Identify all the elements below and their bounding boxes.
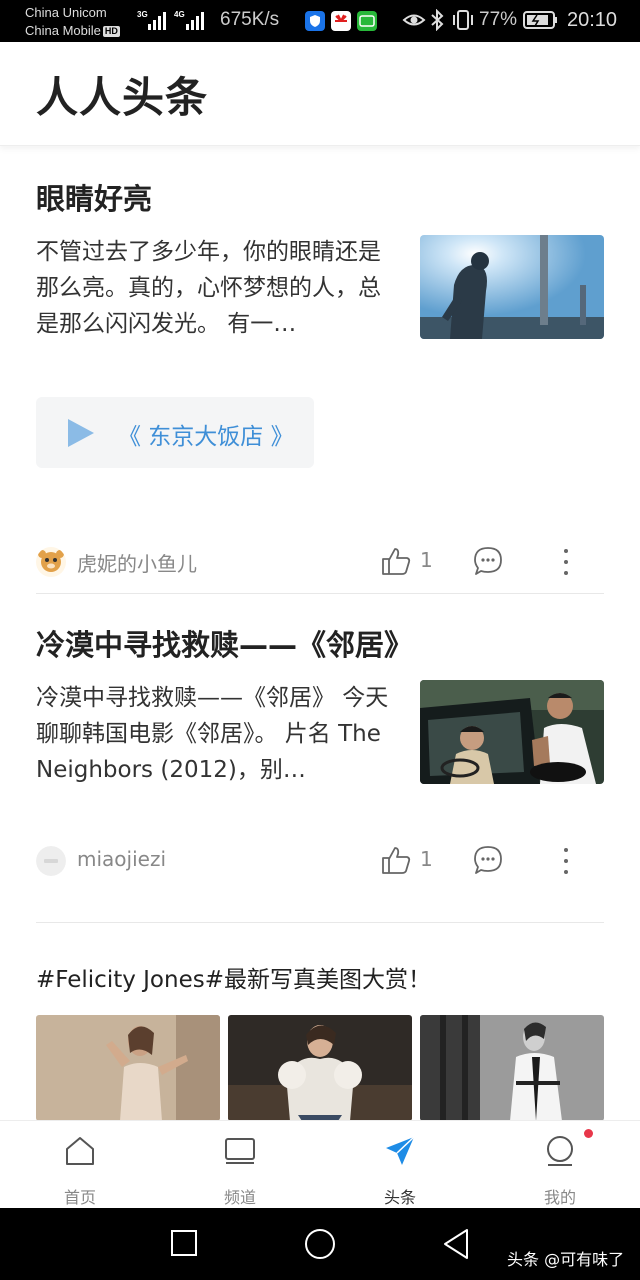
article-card[interactable]: 眼睛好亮 不管过去了多少年，你的眼睛还是那么亮。真的，心怀梦想的人，总是那么闪闪… — [36, 176, 604, 577]
watermark: 头条 @可有味了 — [507, 1250, 625, 1269]
network-speed: 675K/s — [220, 9, 280, 30]
article-thumbnail[interactable] — [420, 235, 604, 339]
tab-channels[interactable]: 频道 — [160, 1121, 320, 1209]
article-meta: 虎妮的小鱼儿 1 — [36, 545, 604, 579]
huawei-app-icon — [331, 11, 351, 31]
hd-badge: HD — [102, 26, 120, 37]
bluetooth-icon — [431, 9, 444, 31]
article-excerpt[interactable]: 不管过去了多少年，你的眼睛还是那么亮。真的，心怀梦想的人，总是那么闪闪发光。 有… — [36, 234, 402, 342]
status-bar: China Unicom China Mobile HD 3G 4G 675K/s… — [0, 0, 640, 42]
notification-dot — [584, 1129, 593, 1138]
divider — [36, 922, 604, 923]
play-icon — [68, 419, 94, 447]
more-vertical-icon[interactable] — [561, 547, 571, 577]
author-name[interactable]: miaojiezi — [77, 847, 166, 871]
video-link-label: 《 东京大饭店 》 — [118, 424, 294, 450]
system-nav-bar: 头条 @可有味了 — [0, 1208, 640, 1280]
signal-icon — [186, 12, 204, 30]
app-header: 人人头条 — [0, 42, 640, 146]
page-title: 人人头条 — [36, 73, 209, 122]
author-name[interactable]: 虎妮的小鱼儿 — [77, 548, 197, 577]
bottom-tab-bar: 首页 频道 头条 我的 — [0, 1120, 640, 1208]
tab-label: 首页 — [63, 1188, 96, 1207]
gallery-image[interactable] — [36, 1015, 220, 1120]
avatar[interactable] — [36, 547, 66, 577]
home-button-icon[interactable] — [304, 1228, 336, 1260]
home-icon — [66, 1137, 94, 1165]
clock: 20:10 — [567, 9, 618, 31]
like-count: 1 — [420, 548, 433, 572]
channel-icon — [225, 1138, 255, 1164]
back-icon[interactable] — [442, 1228, 470, 1260]
more-vertical-icon[interactable] — [561, 846, 571, 876]
carrier-1: China Unicom — [25, 5, 107, 20]
gallery-images[interactable] — [36, 1015, 604, 1120]
gallery-image[interactable] — [420, 1015, 604, 1120]
news-feed[interactable]: 眼睛好亮 不管过去了多少年，你的眼睛还是那么亮。真的，心怀梦想的人，总是那么闪闪… — [0, 146, 640, 1120]
tab-label: 头条 — [383, 1188, 416, 1207]
comment-icon[interactable] — [472, 545, 504, 577]
tab-headlines[interactable]: 头条 — [320, 1121, 480, 1209]
battery-percent: 77% — [479, 9, 518, 30]
signal-icon — [148, 12, 166, 30]
tab-label: 频道 — [223, 1188, 256, 1207]
eye-icon — [402, 14, 426, 26]
profile-icon — [547, 1136, 573, 1166]
tab-profile[interactable]: 我的 — [480, 1121, 640, 1209]
tab-home[interactable]: 首页 — [0, 1121, 160, 1209]
article-excerpt[interactable]: 冷漠中寻找救赎——《邻居》 今天聊聊韩国电影《邻居》。 片名 The Neigh… — [36, 680, 402, 788]
thumbs-up-icon[interactable] — [380, 844, 412, 876]
article-title[interactable]: 眼睛好亮 — [36, 176, 152, 218]
article-thumbnail[interactable] — [420, 680, 604, 784]
vibrate-icon — [453, 10, 473, 30]
divider — [36, 593, 604, 594]
carrier-info: China Unicom China Mobile HD — [25, 4, 120, 40]
like-count: 1 — [420, 847, 433, 871]
thumbs-up-icon[interactable] — [380, 545, 412, 577]
avatar[interactable] — [36, 846, 66, 876]
gallery-image[interactable] — [228, 1015, 412, 1120]
iqiyi-app-icon — [357, 11, 377, 31]
tab-label: 我的 — [543, 1188, 576, 1207]
gallery-post-title[interactable]: #Felicity Jones#最新写真美图大赏！ — [36, 960, 431, 994]
network-type-2: 4G — [174, 10, 185, 19]
comment-icon[interactable] — [472, 844, 504, 876]
shield-app-icon — [305, 11, 325, 31]
video-link[interactable]: 《 东京大饭店 》 — [36, 397, 314, 468]
recent-apps-icon[interactable] — [170, 1228, 198, 1258]
battery-icon — [523, 11, 557, 29]
article-title[interactable]: 冷漠中寻找救赎——《邻居》 — [36, 622, 413, 664]
article-meta: miaojiezi 1 — [36, 844, 604, 878]
carrier-2: China Mobile — [25, 23, 101, 38]
paper-plane-icon — [386, 1136, 415, 1165]
article-card[interactable]: 冷漠中寻找救赎——《邻居》 冷漠中寻找救赎——《邻居》 今天聊聊韩国电影《邻居》… — [36, 622, 604, 882]
